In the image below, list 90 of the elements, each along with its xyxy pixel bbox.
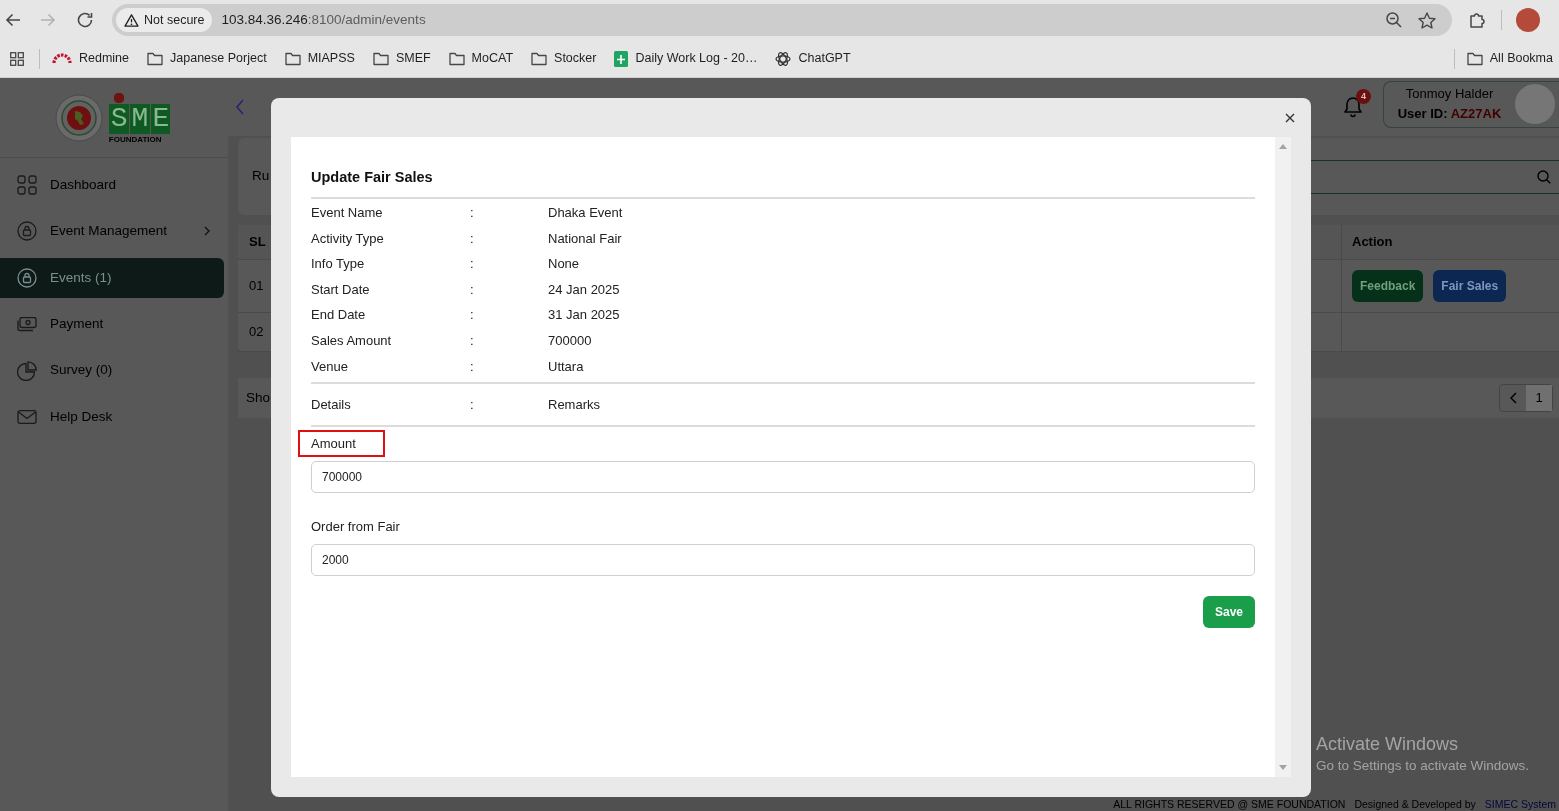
puzzle-icon[interactable] bbox=[1469, 11, 1487, 29]
input-field[interactable]: 2000 bbox=[311, 543, 1255, 576]
folder-icon bbox=[284, 51, 301, 66]
page-button[interactable]: 1 bbox=[1526, 385, 1552, 411]
entries-text: Sho bbox=[246, 388, 271, 407]
detail-value: Remarks bbox=[548, 396, 601, 415]
detail-label: Info Type bbox=[311, 255, 366, 274]
detail-label: Details bbox=[311, 396, 352, 415]
scroll-down-icon[interactable] bbox=[1279, 765, 1287, 770]
zoom-out-icon[interactable] bbox=[1386, 12, 1402, 28]
avatar-icon bbox=[1515, 84, 1555, 124]
bookmark-link[interactable]: Japanese Porject bbox=[141, 46, 273, 71]
detail-label: Sales Amount bbox=[311, 332, 393, 350]
back-icon[interactable] bbox=[5, 12, 21, 28]
spreadsheet-icon bbox=[614, 50, 629, 67]
input-field[interactable]: 700000 bbox=[311, 460, 1255, 493]
lock-icon bbox=[17, 267, 37, 288]
bookmark-link[interactable]: Daily Work Log - 20… bbox=[608, 46, 764, 71]
table-cell-text: 02 bbox=[249, 323, 264, 342]
bookmark-link[interactable]: Redmine bbox=[46, 46, 136, 71]
detail-label: Venue bbox=[311, 357, 349, 376]
action-button[interactable]: Feedback bbox=[1352, 270, 1424, 302]
user-name: Tonmoy Halder bbox=[1404, 85, 1495, 103]
column-header: SL bbox=[249, 233, 266, 252]
folder-icon bbox=[1466, 51, 1483, 66]
bookmark-link[interactable]: SMEF bbox=[366, 46, 437, 71]
action-button[interactable]: Fair Sales bbox=[1433, 270, 1507, 302]
field-label: Order from Fair bbox=[310, 517, 401, 536]
emblem-icon bbox=[54, 93, 103, 142]
chevron-left-icon bbox=[1509, 392, 1517, 404]
cash-icon bbox=[17, 316, 37, 332]
avatar-icon[interactable] bbox=[1516, 8, 1540, 32]
knot-icon bbox=[775, 50, 792, 67]
colon-text: : bbox=[470, 204, 475, 223]
colon-text: : bbox=[470, 332, 475, 350]
bookmark-link[interactable]: MIAPSS bbox=[278, 46, 361, 71]
apps-grid-icon[interactable] bbox=[10, 51, 24, 66]
address-bar[interactable]: Not secure 103.84.36.246:8100/admin/events bbox=[112, 4, 1452, 36]
detail-value: National Fair bbox=[548, 229, 623, 248]
grid-icon bbox=[17, 175, 37, 195]
detail-label: Start Date bbox=[311, 280, 371, 299]
security-chip[interactable]: Not secure bbox=[116, 8, 213, 32]
folder-icon bbox=[147, 51, 164, 66]
detail-label: Activity Type bbox=[311, 229, 385, 248]
bookmark-link[interactable]: ChatGPT bbox=[769, 46, 857, 71]
colon-text: : bbox=[470, 280, 475, 299]
dialog-title: Update Fair Sales bbox=[311, 168, 434, 187]
warning-icon bbox=[124, 13, 139, 27]
search-icon[interactable] bbox=[1537, 169, 1551, 184]
close-icon bbox=[1285, 112, 1295, 123]
column-header: Action bbox=[1352, 233, 1393, 252]
colon-text: : bbox=[470, 255, 475, 274]
colon-text: : bbox=[470, 229, 475, 248]
scroll-up-icon[interactable] bbox=[1279, 144, 1287, 149]
detail-value: 700000 bbox=[548, 332, 593, 350]
mail-icon bbox=[17, 409, 37, 424]
copyright-text: ALL RIGHTS RESERVED @ SME FOUNDATION bbox=[1113, 798, 1346, 810]
user-id-text: User ID: AZ27AK bbox=[1396, 105, 1503, 123]
detail-value: None bbox=[548, 255, 581, 274]
reload-icon[interactable] bbox=[77, 12, 93, 28]
field-label: Amount bbox=[298, 429, 385, 457]
all-bookmarks-link[interactable]: All Bookma bbox=[1460, 46, 1559, 71]
notification-badge: 4 bbox=[1356, 89, 1371, 104]
logo-tagline: FOUNDATION bbox=[108, 134, 163, 144]
detail-label: End Date bbox=[311, 306, 367, 325]
bookmark-link[interactable]: Stocker bbox=[525, 46, 603, 71]
credit-text: Designed & Developed by bbox=[1354, 798, 1476, 810]
detail-value: Dhaka Event bbox=[548, 204, 624, 223]
detail-value: Uttara bbox=[548, 357, 585, 376]
half-ring-icon bbox=[52, 53, 72, 64]
folder-icon bbox=[372, 51, 389, 66]
colon-text: : bbox=[470, 357, 475, 376]
lock-icon bbox=[17, 221, 37, 242]
colon-text: : bbox=[470, 306, 475, 325]
folder-icon bbox=[531, 51, 548, 66]
activation-message: Go to Settings to activate Windows. bbox=[1316, 757, 1530, 775]
detail-value: 24 Jan 2025 bbox=[548, 280, 621, 299]
sidebar-item[interactable]: Events (1) bbox=[0, 257, 224, 298]
scrollbar[interactable] bbox=[1275, 137, 1291, 777]
bookmark-link[interactable]: MoCAT bbox=[442, 46, 520, 71]
folder-icon bbox=[448, 51, 465, 66]
star-icon[interactable] bbox=[1418, 11, 1436, 29]
table-cell-text: 01 bbox=[249, 277, 264, 296]
pie-chart-icon bbox=[17, 360, 37, 381]
detail-value: 31 Jan 2025 bbox=[548, 306, 621, 325]
activation-title: Activate Windows bbox=[1316, 733, 1460, 756]
bell-icon[interactable] bbox=[1343, 96, 1363, 118]
detail-label: Event Name bbox=[311, 204, 384, 223]
url-text[interactable]: 103.84.36.246:8100/admin/events bbox=[221, 9, 426, 31]
colon-text: : bbox=[470, 396, 475, 415]
